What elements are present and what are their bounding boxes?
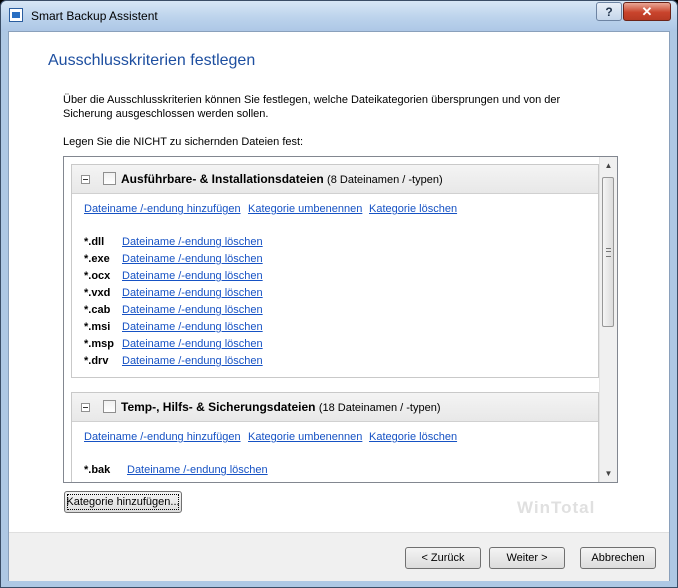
close-button[interactable]: ✕ xyxy=(623,2,671,21)
delete-category-link[interactable]: Kategorie löschen xyxy=(369,431,457,443)
delete-filename-link[interactable]: Dateiname /-endung löschen xyxy=(122,270,263,282)
extension-label: *.vxd xyxy=(84,287,111,299)
list-item: *.bak Dateiname /-endung löschen xyxy=(72,463,598,480)
category-panel: Temp-, Hilfs- & Sicherungsdateien (18 Da… xyxy=(71,392,599,482)
delete-filename-link[interactable]: Dateiname /-endung löschen xyxy=(122,253,263,265)
list-item: *.cab Dateiname /-endung löschen xyxy=(72,303,598,320)
add-filename-link[interactable]: Dateiname /-endung hinzufügen xyxy=(84,431,241,443)
cancel-button[interactable]: Abbrechen xyxy=(580,547,656,569)
extension-label: *.exe xyxy=(84,253,110,265)
chevron-up-icon[interactable]: ▲ xyxy=(600,157,617,174)
delete-filename-link[interactable]: Dateiname /-endung löschen xyxy=(127,464,268,476)
wizard-window: Smart Backup Assistent ? ✕ Ausschlusskri… xyxy=(0,0,678,588)
category-title: Ausführbare- & Installationsdateien (8 D… xyxy=(121,172,443,186)
watermark-logo: WinTotal xyxy=(517,498,596,517)
list-item: *.msi Dateiname /-endung löschen xyxy=(72,320,598,337)
delete-filename-link[interactable]: Dateiname /-endung löschen xyxy=(122,287,263,299)
button-bar: < Zurück Weiter > Abbrechen xyxy=(9,532,669,581)
extension-label: *.cab xyxy=(84,304,111,316)
add-filename-link[interactable]: Dateiname /-endung hinzufügen xyxy=(84,203,241,215)
extension-label: *.ocx xyxy=(84,270,111,282)
category-title: Temp-, Hilfs- & Sicherungsdateien (18 Da… xyxy=(121,400,441,414)
extension-label: *.bak xyxy=(84,464,111,476)
list-item: *.exe Dateiname /-endung löschen xyxy=(72,252,598,269)
extension-label: *.dll xyxy=(84,236,105,248)
category-checkbox[interactable] xyxy=(103,400,116,413)
minus-box-icon[interactable] xyxy=(81,175,90,184)
extension-label: *.msp xyxy=(84,338,114,350)
delete-category-link[interactable]: Kategorie löschen xyxy=(369,203,457,215)
list-item: *.vxd Dateiname /-endung löschen xyxy=(72,286,598,303)
backup-app-icon xyxy=(9,8,23,22)
delete-filename-link[interactable]: Dateiname /-endung löschen xyxy=(122,338,263,350)
help-button[interactable]: ? xyxy=(596,2,622,21)
extension-label: *.msi xyxy=(84,321,111,333)
list-item: *.ocx Dateiname /-endung löschen xyxy=(72,269,598,286)
intro-text: Über die Ausschlusskriterien können Sie … xyxy=(63,94,561,120)
delete-filename-link[interactable]: Dateiname /-endung löschen xyxy=(122,236,263,248)
extension-label: *.drv xyxy=(84,355,109,367)
back-button[interactable]: < Zurück xyxy=(405,547,481,569)
exclusion-list[interactable]: Ausführbare- & Installationsdateien (8 D… xyxy=(63,156,618,483)
vertical-scrollbar[interactable]: ▲ ▼ xyxy=(599,157,617,482)
entry-list: *.dll Dateiname /-endung löschen *.exe Dat… xyxy=(72,228,598,371)
window-title: Smart Backup Assistent xyxy=(31,9,158,23)
entry-list: *.bak Dateiname /-endung löschen xyxy=(72,456,598,480)
category-header: Ausführbare- & Installationsdateien (8 D… xyxy=(72,165,598,194)
wizard-content: Ausschlusskriterien festlegen Über die A… xyxy=(8,31,670,581)
list-item: *.drv Dateiname /-endung löschen xyxy=(72,354,598,371)
category-checkbox[interactable] xyxy=(103,172,116,185)
add-category-button[interactable]: Kategorie hinzufügen... xyxy=(64,491,182,513)
next-button[interactable]: Weiter > xyxy=(489,547,565,569)
rename-category-link[interactable]: Kategorie umbenennen xyxy=(248,431,362,443)
page-title: Ausschlusskriterien festlegen xyxy=(48,52,256,69)
delete-filename-link[interactable]: Dateiname /-endung löschen xyxy=(122,321,263,333)
category-actions: Dateiname /-endung hinzufügen Kategorie … xyxy=(72,422,598,456)
list-label: Legen Sie die NICHT zu sichernden Dateie… xyxy=(63,136,304,148)
category-actions: Dateiname /-endung hinzufügen Kategorie … xyxy=(72,194,598,228)
rename-category-link[interactable]: Kategorie umbenennen xyxy=(248,203,362,215)
chevron-down-icon[interactable]: ▼ xyxy=(600,465,617,482)
category-header: Temp-, Hilfs- & Sicherungsdateien (18 Da… xyxy=(72,393,598,422)
category-panel: Ausführbare- & Installationsdateien (8 D… xyxy=(71,164,599,378)
title-bar[interactable]: Smart Backup Assistent ? ✕ xyxy=(1,1,677,31)
grip-icon xyxy=(606,248,611,257)
minus-box-icon[interactable] xyxy=(81,403,90,412)
delete-filename-link[interactable]: Dateiname /-endung löschen xyxy=(122,304,263,316)
list-item: *.dll Dateiname /-endung löschen xyxy=(72,235,598,252)
list-item: *.msp Dateiname /-endung löschen xyxy=(72,337,598,354)
scrollbar-thumb[interactable] xyxy=(602,177,614,327)
delete-filename-link[interactable]: Dateiname /-endung löschen xyxy=(122,355,263,367)
